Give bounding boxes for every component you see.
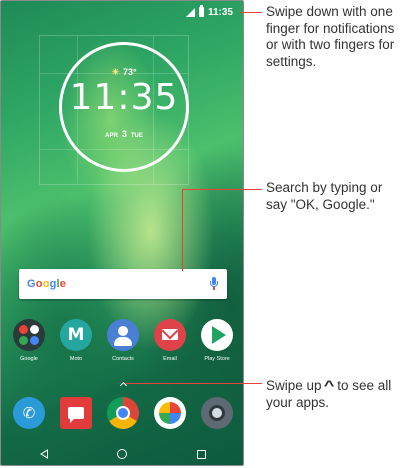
chrome-icon[interactable]	[107, 397, 139, 429]
callout-line-search-vertical	[182, 189, 183, 271]
play-store-icon	[201, 319, 233, 351]
google-logo-letter: g	[49, 278, 57, 290]
app-moto[interactable]: M Moto	[54, 319, 98, 362]
signal-icon	[185, 7, 195, 17]
photos-icon[interactable]	[154, 397, 186, 429]
recent-apps-icon[interactable]	[197, 449, 207, 459]
clock-time: 11:35	[69, 77, 179, 118]
clock-widget[interactable]: ☀ 73° 11:35 APR 3 TUE	[59, 42, 189, 172]
app-label: Moto	[69, 356, 83, 362]
messages-icon[interactable]	[60, 397, 92, 429]
google-search-bar[interactable]: Google	[19, 269, 227, 299]
home-icon[interactable]	[117, 449, 128, 459]
status-time: 11:35	[207, 6, 233, 18]
google-logo-letter: e	[59, 278, 67, 290]
temperature: 73°	[122, 67, 137, 77]
phone-icon[interactable]: ✆	[13, 397, 45, 429]
callout-line-status-bar	[240, 12, 262, 13]
google-folder-icon	[13, 319, 45, 351]
clock-day: 3	[121, 129, 127, 139]
app-email[interactable]: Email	[148, 319, 192, 362]
callout-app-drawer: Swipe up ^ to see all your apps.	[266, 377, 400, 411]
callout-line-app-drawer	[126, 383, 262, 384]
app-google[interactable]: Google	[7, 319, 51, 362]
phone-screen: 11:35 ☀ 73° 11:35 APR 3 TUE Google Googl…	[0, 0, 244, 466]
back-icon[interactable]	[39, 449, 48, 459]
navigation-bar	[5, 441, 241, 465]
chevron-up-icon: ^	[324, 377, 335, 393]
google-logo-letter: o	[42, 278, 50, 290]
app-label: Contacts	[112, 356, 134, 362]
status-bar[interactable]: 11:35	[185, 5, 233, 19]
clock-weekday: TUE	[130, 133, 143, 139]
clock-month: APR	[105, 133, 118, 139]
app-play-store[interactable]: Play Store	[195, 319, 239, 362]
camera-icon[interactable]	[201, 397, 233, 429]
callout-app-drawer-prefix: Swipe up	[266, 378, 322, 393]
home-screen[interactable]: 11:35 ☀ 73° 11:35 APR 3 TUE Google Googl…	[5, 1, 241, 465]
favorites-dock: ✆	[7, 397, 239, 429]
app-contacts[interactable]: Contacts	[101, 319, 145, 362]
google-logo: Google	[27, 278, 66, 290]
battery-icon	[198, 5, 204, 17]
moto-icon: M	[60, 319, 92, 351]
callout-notifications: Swipe down with one finger for notificat…	[266, 4, 395, 69]
google-logo-letter: o	[35, 278, 43, 290]
google-logo-letter: G	[27, 278, 36, 290]
app-drawer-chevron-up-icon[interactable]	[118, 379, 128, 389]
contacts-icon	[107, 319, 139, 351]
app-row: Google M Moto Contacts Email Play Store	[7, 319, 239, 362]
clock-date: APR 3 TUE	[62, 129, 186, 139]
app-label: Play Store	[204, 356, 230, 362]
email-icon	[154, 319, 186, 351]
microphone-icon[interactable]	[209, 276, 219, 292]
callout-line-search	[182, 189, 262, 190]
callout-search: Search by typing or say "OK, Google."	[266, 180, 383, 212]
app-label: Google	[20, 356, 38, 362]
app-label: Email	[163, 356, 177, 362]
